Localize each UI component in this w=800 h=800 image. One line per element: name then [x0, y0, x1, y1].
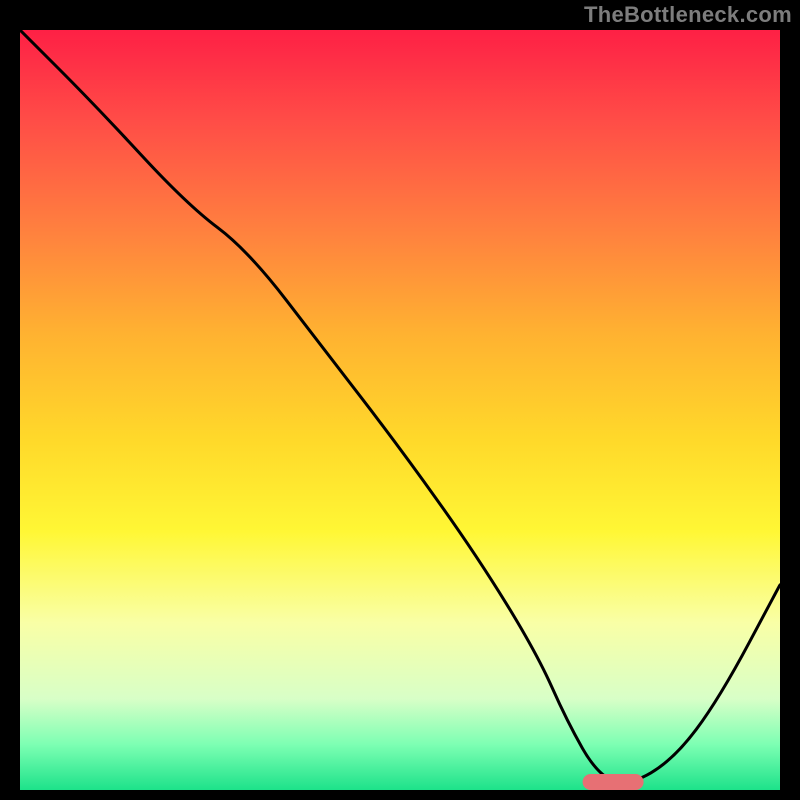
chart-frame: TheBottleneck.com [0, 0, 800, 800]
plot-svg [20, 30, 780, 790]
optimal-marker [582, 774, 643, 790]
plot-area [20, 30, 780, 790]
watermark-text: TheBottleneck.com [584, 2, 792, 28]
heat-gradient-rect [20, 30, 780, 790]
